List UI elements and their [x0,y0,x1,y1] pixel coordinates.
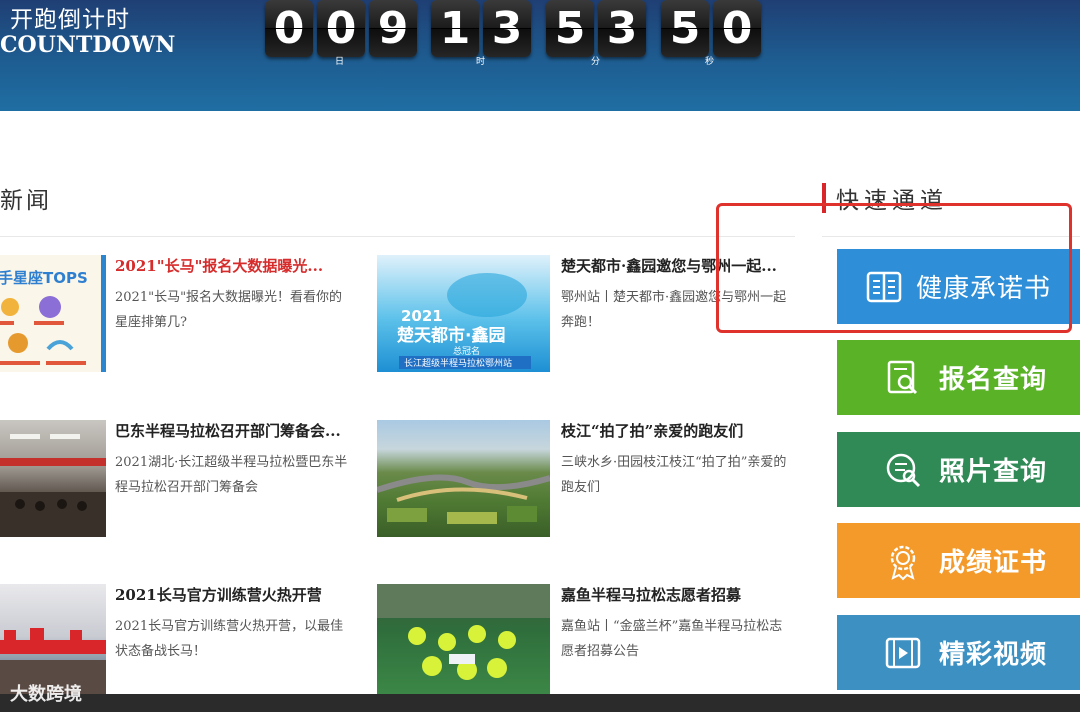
news-item-summary: 三峡水乡·田园枝江枝江“拍了拍”亲爱的跑友们 [561,455,787,495]
news-divider [0,236,795,237]
thumb-year: 2021 [401,307,443,325]
search-list-icon [886,453,921,487]
video-button[interactable]: 精彩视频 [837,615,1080,690]
countdown-title-en: COUNTDOWN [0,32,176,58]
countdown-digit-min-1: 5 [546,0,594,57]
thumb-subcaption: 总冠名 [453,345,480,357]
registration-query-label: 报名查询 [939,365,1048,395]
news-thumbnail[interactable] [377,584,550,701]
news-item[interactable]: 手星座TOPS 2021"长马"报名大数据曝光... 2021"长马"报名大数据… [0,255,370,373]
countdown-digit-sec-1: 5 [661,0,709,57]
news-thumbnail[interactable]: 手星座TOPS [0,255,106,372]
news-section-title: 新闻 [0,188,52,214]
countdown-digit-hour-1: 1 [431,0,479,57]
countdown-unit-day: 日 [335,57,345,67]
photo-query-label: 照片查询 [939,457,1048,487]
news-item-title[interactable]: 2021"长马"报名大数据曝光... [115,255,323,276]
countdown-digit-day-1: 0 [265,0,313,57]
countdown-digit-day-2: 0 [317,0,365,57]
countdown-digit-sec-2: 0 [713,0,761,57]
news-item-title[interactable]: 巴东半程马拉松召开部门筹备会... [115,420,341,441]
video-label: 精彩视频 [939,640,1048,670]
annotation-highlight-box [716,203,1072,333]
countdown-digit-day-3: 9 [369,0,417,57]
bottom-strip [0,694,1080,712]
news-item-title[interactable]: 枝江“拍了拍”亲爱的跑友们 [561,420,743,441]
certificate-label: 成绩证书 [939,548,1048,578]
document-search-icon [887,360,918,394]
film-icon [885,637,921,668]
countdown-unit-sec: 秒 [705,57,715,67]
news-item-summary: 2021长马官方训练营火热开营，以最佳状态备战长马！ [115,619,344,659]
countdown-digit-min-2: 3 [598,0,646,57]
news-item-title[interactable]: 嘉鱼半程马拉松志愿者招募 [561,584,741,605]
news-thumbnail[interactable] [377,420,550,537]
thumb-band: 长江超级半程马拉松鄂州站 [404,357,512,369]
news-thumbnail[interactable]: 2021 楚天都市·鑫园 总冠名 长江超级半程马拉松鄂州站 [377,255,550,372]
news-item[interactable]: 嘉鱼半程马拉松志愿者招募 嘉鱼站丨“金盛兰杯”嘉鱼半程马拉松志愿者招募公告 [377,584,797,702]
photo-query-button[interactable]: 照片查询 [837,432,1080,507]
countdown-title-cn: 开跑倒计时 [10,7,130,33]
news-item[interactable]: 枝江“拍了拍”亲爱的跑友们 三峡水乡·田园枝江枝江“拍了拍”亲爱的跑友们 [377,420,797,538]
news-item-summary: 嘉鱼站丨“金盛兰杯”嘉鱼半程马拉松志愿者招募公告 [561,619,783,659]
countdown-header: 开跑倒计时 COUNTDOWN 0 0 9 日 1 3 时 5 3 分 5 0 … [0,0,1080,111]
countdown-digit-hour-2: 3 [483,0,531,57]
countdown-unit-hour: 时 [476,57,486,67]
thumb-caption: 手星座TOPS [0,269,88,287]
registration-query-button[interactable]: 报名查询 [837,340,1080,415]
medal-icon [890,545,916,580]
countdown-unit-min: 分 [591,57,601,67]
news-item-title[interactable]: 2021长马官方训练营火热开营 [115,584,322,605]
news-item-summary: 2021湖北·长江超级半程马拉松暨巴东半程马拉松召开部门筹备会 [115,455,348,495]
certificate-button[interactable]: 成绩证书 [837,523,1080,598]
news-item[interactable]: 巴东半程马拉松召开部门筹备会... 2021湖北·长江超级半程马拉松暨巴东半程马… [0,420,370,538]
thumb-caption: 楚天都市·鑫园 [397,325,505,346]
watermark: 大数跨境 [10,684,82,705]
news-thumbnail[interactable] [0,420,106,537]
news-item-summary: 2021"长马"报名大数据曝光！看看你的星座排第几? [115,290,343,330]
